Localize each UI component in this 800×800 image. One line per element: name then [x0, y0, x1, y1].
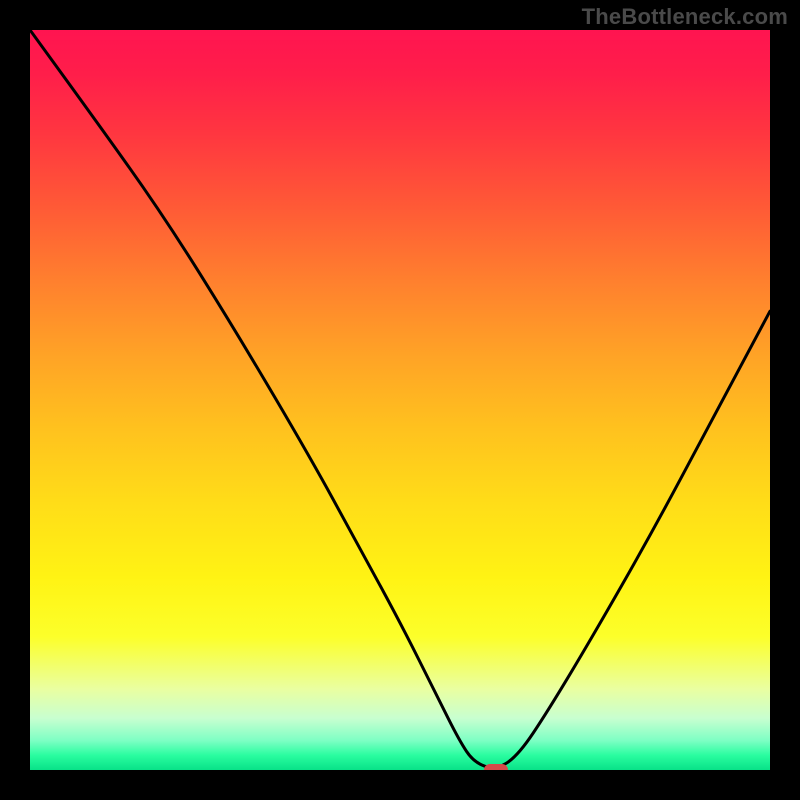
bottleneck-curve: [30, 30, 770, 770]
chart-frame: TheBottleneck.com: [0, 0, 800, 800]
watermark-text: TheBottleneck.com: [582, 4, 788, 30]
optimal-point-marker: [484, 764, 508, 770]
plot-area: [30, 30, 770, 770]
curve-path: [30, 30, 770, 768]
